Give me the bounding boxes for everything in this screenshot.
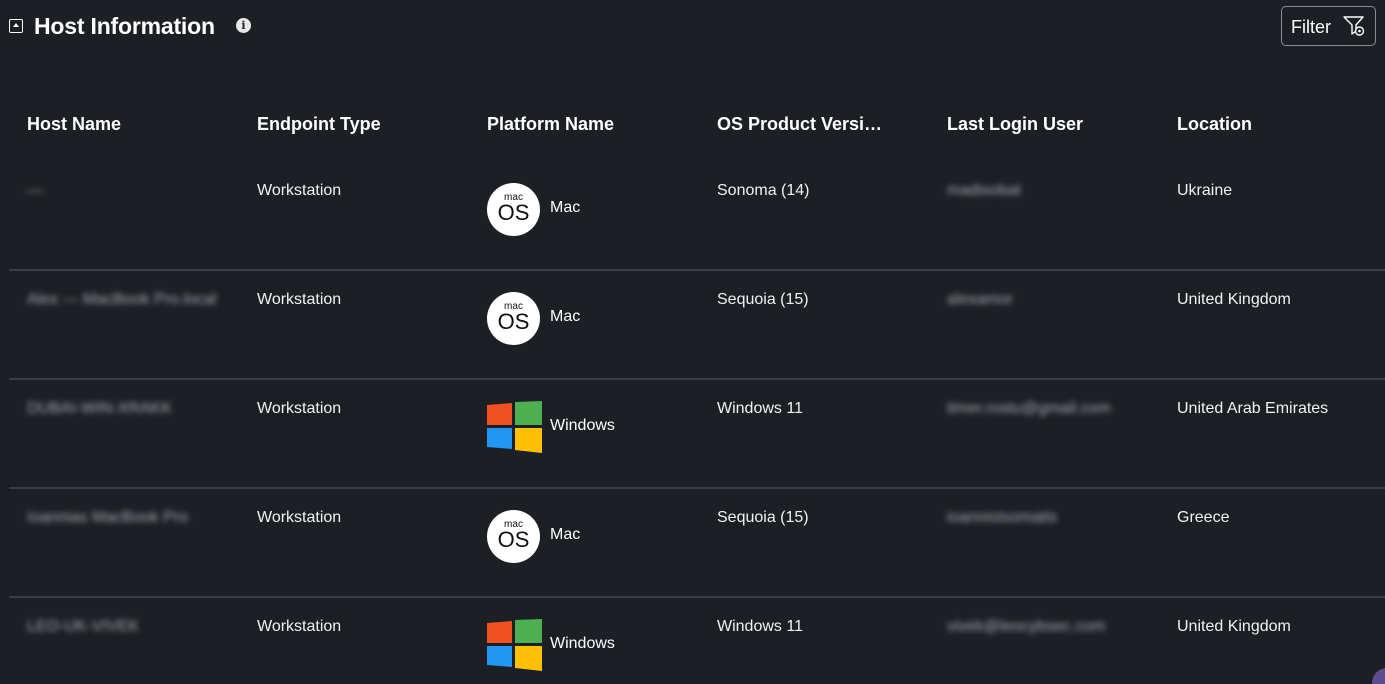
host-information-panel: Host Information i Filter Host Name Endp…	[0, 0, 1385, 684]
endpoint-type-cell: Workstation	[257, 291, 342, 308]
last-login-user-cell: ioannistsomatis	[947, 509, 1058, 526]
endpoint-type-cell: Workstation	[257, 182, 342, 199]
info-icon[interactable]: i	[236, 18, 251, 33]
platform-label: Mac	[550, 526, 581, 543]
last-login-user-cell: alexamor	[947, 291, 1013, 308]
host-name-cell: —	[27, 182, 43, 199]
filter-button[interactable]: Filter	[1281, 6, 1376, 46]
table-row[interactable]: Alex — MacBook Pro.local Workstation mac…	[0, 271, 1385, 380]
table-row[interactable]: — Workstation mac OS Mac Sonoma (14) madi…	[0, 162, 1385, 271]
location-cell: United Kingdom	[1177, 618, 1291, 635]
column-header-last-login-user[interactable]: Last Login User	[947, 114, 1083, 135]
platform-label: Windows	[550, 417, 615, 434]
panel-title: Host Information	[34, 13, 215, 39]
table-row[interactable]: Ioannias MacBook Pro Workstation mac OS M…	[0, 489, 1385, 598]
platform-label: Windows	[550, 635, 615, 652]
host-name-cell: Alex — MacBook Pro.local	[27, 291, 217, 308]
windows-icon	[487, 619, 542, 671]
collapse-up-icon[interactable]	[9, 19, 23, 33]
os-version-cell: Sonoma (14)	[717, 182, 810, 199]
location-cell: United Kingdom	[1177, 291, 1291, 308]
column-header-platform-name[interactable]: Platform Name	[487, 114, 614, 135]
column-header-endpoint-type[interactable]: Endpoint Type	[257, 114, 381, 135]
endpoint-type-cell: Workstation	[257, 618, 342, 635]
location-cell: Ukraine	[1177, 182, 1233, 199]
platform-label: Mac	[550, 199, 581, 216]
column-header-os-product-version[interactable]: OS Product Versi…	[717, 114, 882, 135]
table-row[interactable]: DUBAI-WIN-XRAKK Workstation Windows Wind…	[0, 380, 1385, 489]
location-cell: Greece	[1177, 509, 1230, 526]
endpoint-type-cell: Workstation	[257, 509, 342, 526]
column-header-host-name[interactable]: Host Name	[27, 114, 121, 135]
panel-header: Host Information i Filter	[0, 0, 1385, 56]
os-version-cell: Sequoia (15)	[717, 291, 809, 308]
location-cell: United Arab Emirates	[1177, 400, 1329, 417]
filter-settings-icon	[1343, 16, 1365, 36]
column-header-location[interactable]: Location	[1177, 114, 1252, 135]
filter-label: Filter	[1291, 17, 1331, 37]
host-name-cell: LEO-UK-VIVEK	[27, 618, 140, 635]
endpoint-type-cell: Workstation	[257, 400, 342, 417]
macos-icon: mac OS	[487, 292, 540, 345]
os-version-cell: Sequoia (15)	[717, 509, 809, 526]
host-name-cell: Ioannias MacBook Pro	[27, 509, 188, 526]
last-login-user-cell: timer.rostu@gmail.com	[947, 400, 1111, 417]
last-login-user-cell: madisobat	[947, 182, 1021, 199]
os-version-cell: Windows 11	[717, 400, 803, 417]
os-version-cell: Windows 11	[717, 618, 803, 635]
table-row[interactable]: LEO-UK-VIVEK Workstation Windows Windows…	[0, 598, 1385, 684]
last-login-user-cell: vivek@leocybsec.com	[947, 618, 1106, 635]
windows-icon	[487, 401, 542, 453]
macos-icon: mac OS	[487, 510, 540, 563]
platform-label: Mac	[550, 308, 581, 325]
macos-icon: mac OS	[487, 183, 540, 236]
host-name-cell: DUBAI-WIN-XRAKK	[27, 400, 172, 417]
